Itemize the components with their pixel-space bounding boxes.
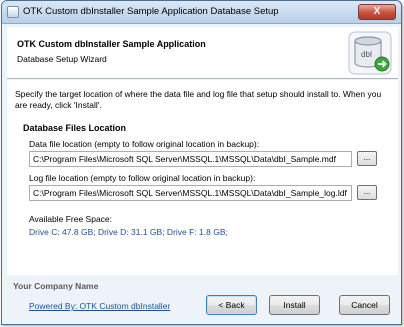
powered-by-link[interactable]: Powered By: OTK Custom dbInstaller bbox=[29, 301, 170, 311]
group-title: Database Files Location bbox=[23, 123, 127, 133]
svg-text:dbI: dbI bbox=[361, 50, 372, 59]
log-file-label: Log file location (empty to follow origi… bbox=[29, 173, 256, 183]
wizard-header: OTK Custom dbInstaller Sample Applicatio… bbox=[7, 27, 398, 79]
data-file-label: Data file location (empty to follow orig… bbox=[29, 139, 260, 149]
cancel-button[interactable]: Cancel bbox=[339, 295, 390, 315]
title-bar: OTK Custom dbInstaller Sample Applicatio… bbox=[2, 1, 401, 24]
log-file-input[interactable]: C:\Program Files\Microsoft SQL Server\MS… bbox=[29, 185, 352, 201]
instructions-text: Specify the target location of where the… bbox=[15, 89, 382, 110]
wizard-footer: Your Company Name Powered By: OTK Custom… bbox=[7, 277, 398, 324]
close-button[interactable]: X bbox=[358, 4, 396, 20]
setup-window: OTK Custom dbInstaller Sample Applicatio… bbox=[1, 0, 402, 325]
free-space-label: Available Free Space: bbox=[29, 214, 113, 224]
data-file-browse-button[interactable]: ... bbox=[357, 151, 377, 166]
wizard-content: Specify the target location of where the… bbox=[7, 80, 398, 275]
free-space-drives: Drive C: 47.8 GB; Drive D: 31.1 GB; Driv… bbox=[29, 227, 228, 237]
database-icon: dbI bbox=[348, 31, 392, 75]
application-icon bbox=[7, 6, 19, 18]
company-name: Your Company Name bbox=[13, 281, 99, 291]
header-subtitle: Database Setup Wizard bbox=[17, 54, 107, 64]
window-title: OTK Custom dbInstaller Sample Applicatio… bbox=[23, 6, 279, 17]
install-button[interactable]: Install bbox=[269, 295, 320, 315]
back-button[interactable]: < Back bbox=[206, 295, 257, 315]
data-file-input[interactable]: C:\Program Files\Microsoft SQL Server\MS… bbox=[29, 151, 352, 167]
log-file-browse-button[interactable]: ... bbox=[357, 185, 377, 200]
header-title: OTK Custom dbInstaller Sample Applicatio… bbox=[17, 39, 206, 49]
